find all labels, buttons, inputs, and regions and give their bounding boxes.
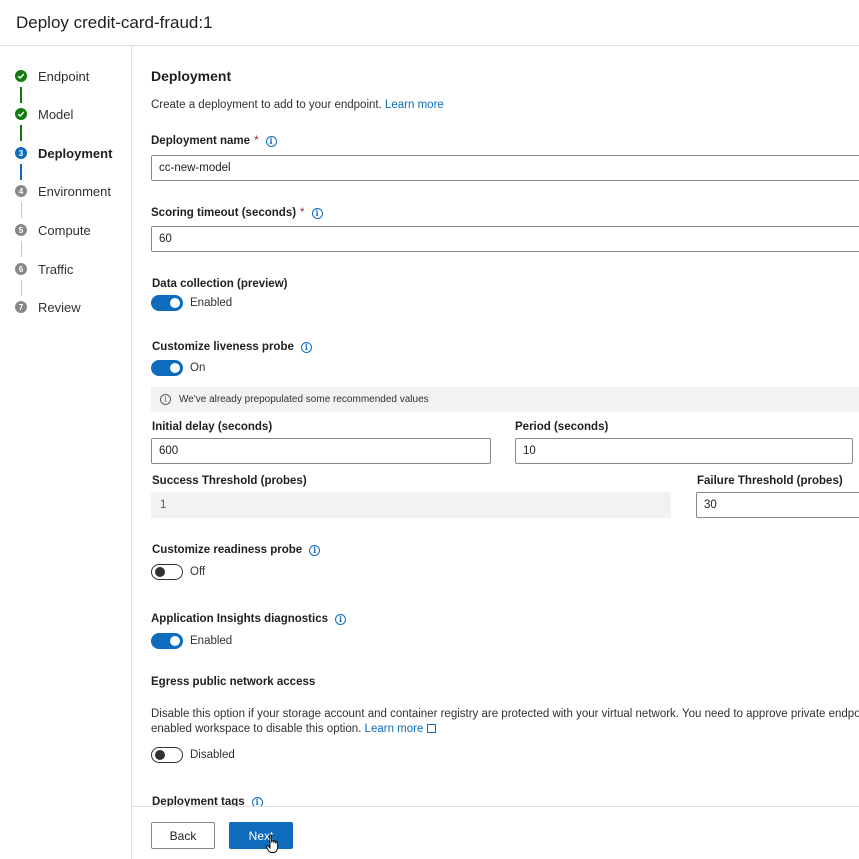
check-icon xyxy=(15,70,27,82)
toggle-switch[interactable] xyxy=(151,633,183,649)
initial-delay-label: Initial delay (seconds) xyxy=(152,421,273,433)
step-environment[interactable]: 4 Environment xyxy=(15,181,111,201)
wizard-footer: Back Next xyxy=(132,806,859,859)
step-connector xyxy=(20,125,22,141)
egress-description-line1: Disable this option if your storage acco… xyxy=(151,708,859,720)
app-insights-label: Application Insights diagnostics i xyxy=(151,613,346,625)
section-title: Deployment xyxy=(151,68,232,84)
egress-label: Egress public network access xyxy=(151,676,316,688)
step-label: Endpoint xyxy=(38,68,90,84)
step-label: Compute xyxy=(38,222,91,238)
step-number-icon: 4 xyxy=(15,185,27,197)
step-model[interactable]: Model xyxy=(15,104,73,124)
step-deployment[interactable]: 3 Deployment xyxy=(15,143,112,163)
step-connector xyxy=(20,87,22,103)
success-threshold-label: Success Threshold (probes) xyxy=(152,475,307,487)
scoring-timeout-input[interactable]: 60 xyxy=(151,226,859,252)
step-number-icon: 7 xyxy=(15,301,27,313)
failure-threshold-label: Failure Threshold (probes) xyxy=(697,475,843,487)
section-description: Create a deployment to add to your endpo… xyxy=(151,99,444,111)
check-icon xyxy=(15,108,27,120)
deployment-name-input[interactable]: cc-new-model xyxy=(151,155,859,181)
step-number-icon: 6 xyxy=(15,263,27,275)
step-review[interactable]: 7 Review xyxy=(15,297,81,317)
step-number-icon: 5 xyxy=(15,224,27,236)
period-input[interactable]: 10 xyxy=(515,438,853,464)
title-bar: Deploy credit-card-fraud:1 xyxy=(0,0,859,46)
initial-delay-input[interactable]: 600 xyxy=(151,438,491,464)
back-button[interactable]: Back xyxy=(151,822,215,849)
data-collection-label: Data collection (preview) xyxy=(152,278,288,290)
toggle-state: Enabled xyxy=(190,635,233,647)
data-collection-toggle[interactable]: Enabled xyxy=(151,295,232,311)
success-threshold-input: 1 xyxy=(151,492,671,518)
wizard-stepper: Endpoint Model 3 Deployment 4 Environmen… xyxy=(0,46,132,859)
readiness-probe-toggle[interactable]: Off xyxy=(151,564,205,580)
toggle-state: Disabled xyxy=(190,749,235,761)
info-icon: i xyxy=(160,394,171,405)
hand-cursor-icon xyxy=(266,834,279,853)
window-title: Deploy credit-card-fraud:1 xyxy=(16,13,213,32)
scoring-timeout-label: Scoring timeout (seconds) * i xyxy=(151,207,323,219)
egress-description-line2: enabled workspace to disable this option… xyxy=(151,723,437,735)
step-label: Model xyxy=(38,106,74,122)
failure-threshold-input[interactable]: 30 xyxy=(696,492,859,518)
toggle-switch[interactable] xyxy=(151,564,183,580)
external-link-icon xyxy=(427,724,437,733)
app-insights-toggle[interactable]: Enabled xyxy=(151,633,232,649)
egress-toggle[interactable]: Disabled xyxy=(151,747,235,763)
step-label: Environment xyxy=(38,183,111,199)
step-connector xyxy=(21,280,22,296)
step-compute[interactable]: 5 Compute xyxy=(15,220,91,240)
step-label: Traffic xyxy=(38,261,74,277)
deployment-name-label: Deployment name * i xyxy=(151,135,277,147)
deployment-form: Deployment Create a deployment to add to… xyxy=(151,46,859,808)
next-button[interactable]: Next xyxy=(229,822,293,849)
info-icon[interactable]: i xyxy=(265,135,277,147)
toggle-state: Enabled xyxy=(190,297,233,309)
info-icon[interactable]: i xyxy=(335,613,346,625)
banner-text: We've already prepopulated some recommen… xyxy=(179,394,429,405)
liveness-probe-toggle[interactable]: On xyxy=(151,360,205,376)
step-number-icon: 3 xyxy=(15,147,27,159)
info-icon[interactable]: i xyxy=(300,341,312,353)
egress-learn-more-link[interactable]: Learn more xyxy=(365,723,437,735)
info-banner: i We've already prepopulated some recomm… xyxy=(151,387,859,412)
toggle-switch[interactable] xyxy=(151,360,183,376)
info-icon[interactable]: i xyxy=(309,544,321,556)
step-connector xyxy=(20,164,22,180)
toggle-state: Off xyxy=(190,566,206,578)
toggle-switch[interactable] xyxy=(151,295,183,311)
toggle-switch[interactable] xyxy=(151,747,183,763)
info-icon[interactable]: i xyxy=(311,207,323,219)
readiness-probe-label: Customize readiness probe i xyxy=(152,544,321,556)
learn-more-link[interactable]: Learn more xyxy=(385,99,444,111)
toggle-state: On xyxy=(190,362,206,374)
step-connector xyxy=(21,241,22,257)
step-label: Review xyxy=(38,299,81,315)
step-traffic[interactable]: 6 Traffic xyxy=(15,259,73,279)
step-connector xyxy=(21,202,22,218)
liveness-probe-label: Customize liveness probe i xyxy=(152,341,312,353)
period-label: Period (seconds) xyxy=(515,421,609,433)
step-label: Deployment xyxy=(38,145,113,161)
step-endpoint[interactable]: Endpoint xyxy=(15,66,89,86)
